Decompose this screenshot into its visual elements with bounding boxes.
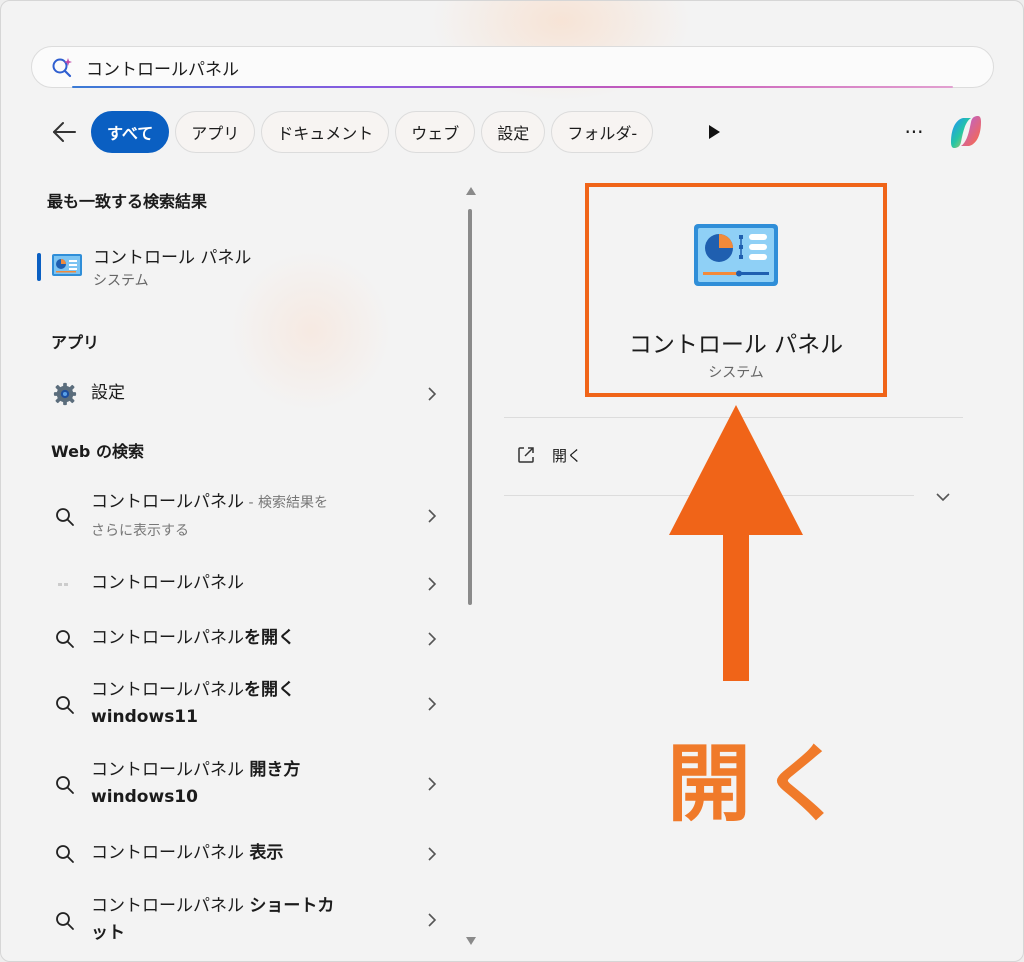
expand-actions-button[interactable]: [933, 487, 953, 507]
query-text: コントロールパネル: [91, 896, 250, 916]
search-icon: [53, 693, 77, 717]
selection-indicator: [37, 253, 41, 281]
annotation-up-arrow: [669, 405, 803, 681]
best-match-title: コントロール パネル: [93, 248, 252, 268]
chevron-down-icon: [936, 493, 950, 502]
filter-chip-folders[interactable]: フォルダ-: [551, 111, 654, 153]
triangle-up-icon: [466, 187, 476, 195]
query-text: コントロールパネル: [91, 760, 250, 780]
filter-chip-apps[interactable]: アプリ: [175, 111, 256, 153]
web-search-item-text: コントロールパネル: [91, 573, 244, 593]
search-icon: [53, 842, 77, 866]
search-sparkle-icon: [50, 55, 74, 79]
web-search-item-text: コントロールパネル 表示: [91, 840, 401, 867]
query-text: コントロールパネル: [91, 680, 244, 700]
query-line2: windows11: [91, 707, 198, 727]
scrollbar-thumb[interactable]: [468, 209, 472, 605]
query-bold: ショートカ: [249, 896, 335, 916]
web-search-item-text: コントロールパネルを開く windows11: [91, 677, 401, 731]
query-bold: 表示: [249, 843, 284, 863]
search-icon: [53, 773, 77, 797]
triangle-down-icon: [466, 937, 476, 945]
query-suffix: - 検索結果を: [244, 495, 328, 511]
play-right-icon: [709, 125, 720, 139]
best-match-item[interactable]: コントロール パネル システム: [37, 239, 457, 295]
control-panel-icon: [51, 252, 83, 280]
back-arrow-icon: [53, 122, 76, 142]
query-line2: ット: [91, 923, 125, 943]
chevron-right-icon: [423, 507, 441, 525]
web-search-item-text: コントロールパネル 開き方 windows10: [91, 757, 401, 811]
web-search-item[interactable]: コントロールパネル: [45, 567, 441, 601]
chevron-right-icon: [423, 911, 441, 929]
query-bold: 開き方: [249, 760, 301, 780]
more-options-button[interactable]: ···: [899, 117, 929, 147]
query-text: コントロールパネル: [91, 628, 244, 648]
filter-chip-settings[interactable]: 設定: [481, 111, 546, 153]
query-line2: windows10: [91, 787, 198, 807]
web-search-item[interactable]: コントロールパネルを開く: [45, 622, 441, 656]
chevron-right-icon: [423, 695, 441, 713]
filter-chip-documents[interactable]: ドキュメント: [261, 111, 390, 153]
annotation-label: 開く: [667, 735, 856, 833]
highlighted-app-preview[interactable]: コントロール パネル システム: [585, 183, 887, 397]
query-bold: を開く: [244, 628, 295, 648]
chevron-right-icon: [423, 775, 441, 793]
query-line2: さらに表示する: [91, 523, 189, 539]
preview-subtitle: システム: [708, 365, 764, 381]
search-icon: [53, 505, 77, 529]
favicon-placeholder-icon: [53, 572, 77, 596]
best-match-subtitle: システム: [93, 273, 149, 289]
app-item-label: 設定: [91, 383, 125, 403]
open-action-button[interactable]: 開く: [516, 441, 582, 469]
web-search-item-text: コントロールパネル - 検索結果をさらに表示する: [91, 489, 401, 545]
open-action-label: 開く: [552, 446, 583, 465]
app-item-settings[interactable]: 設定: [45, 377, 441, 411]
copilot-button[interactable]: [945, 112, 987, 152]
apps-header: アプリ: [51, 333, 100, 352]
query-text: コントロールパネル: [91, 843, 250, 863]
scroll-down-button[interactable]: [463, 933, 479, 947]
web-search-item[interactable]: コントロールパネル 表示: [45, 837, 441, 871]
chip-scroll-right-button[interactable]: [701, 119, 727, 145]
web-search-item[interactable]: コントロールパネル ショートカット: [45, 893, 441, 949]
web-search-header: Web の検索: [51, 442, 144, 461]
filter-chip-web[interactable]: ウェブ: [395, 111, 476, 153]
open-external-icon: [518, 447, 534, 463]
web-search-item[interactable]: コントロールパネルを開く windows11: [45, 677, 441, 733]
web-search-item[interactable]: コントロールパネル 開き方 windows10: [45, 757, 441, 813]
chevron-right-icon: [423, 575, 441, 593]
settings-gear-icon: [53, 382, 77, 406]
scroll-up-button[interactable]: [463, 183, 479, 197]
chevron-right-icon: [423, 845, 441, 863]
query-bold: を開く: [244, 680, 295, 700]
control-panel-large-icon: [693, 223, 779, 291]
filter-chips: すべて アプリ ドキュメント ウェブ 設定 フォルダ-: [91, 111, 684, 153]
chevron-right-icon: [423, 385, 441, 403]
search-icon: [53, 627, 77, 651]
back-button[interactable]: [47, 117, 81, 147]
search-icon: [53, 909, 77, 933]
start-search-window: すべて アプリ ドキュメント ウェブ 設定 フォルダ- ···: [0, 0, 1024, 962]
search-input[interactable]: [86, 57, 946, 77]
query-text: コントロールパネル: [91, 492, 244, 512]
web-search-item[interactable]: コントロールパネル - 検索結果をさらに表示する: [45, 489, 441, 545]
chevron-right-icon: [423, 630, 441, 648]
web-search-item-text: コントロールパネル ショートカット: [91, 893, 401, 947]
best-match-header: 最も一致する検索結果: [47, 192, 208, 211]
filter-chip-all[interactable]: すべて: [91, 111, 170, 153]
copilot-icon: [951, 116, 981, 148]
results-pane: 最も一致する検索結果 コントロール パネル システム アプリ 設定 Web の検…: [1, 171, 471, 961]
preview-title: コントロール パネル: [628, 332, 844, 358]
web-search-item-text: コントロールパネルを開く: [91, 625, 401, 652]
search-bar[interactable]: [31, 46, 994, 88]
